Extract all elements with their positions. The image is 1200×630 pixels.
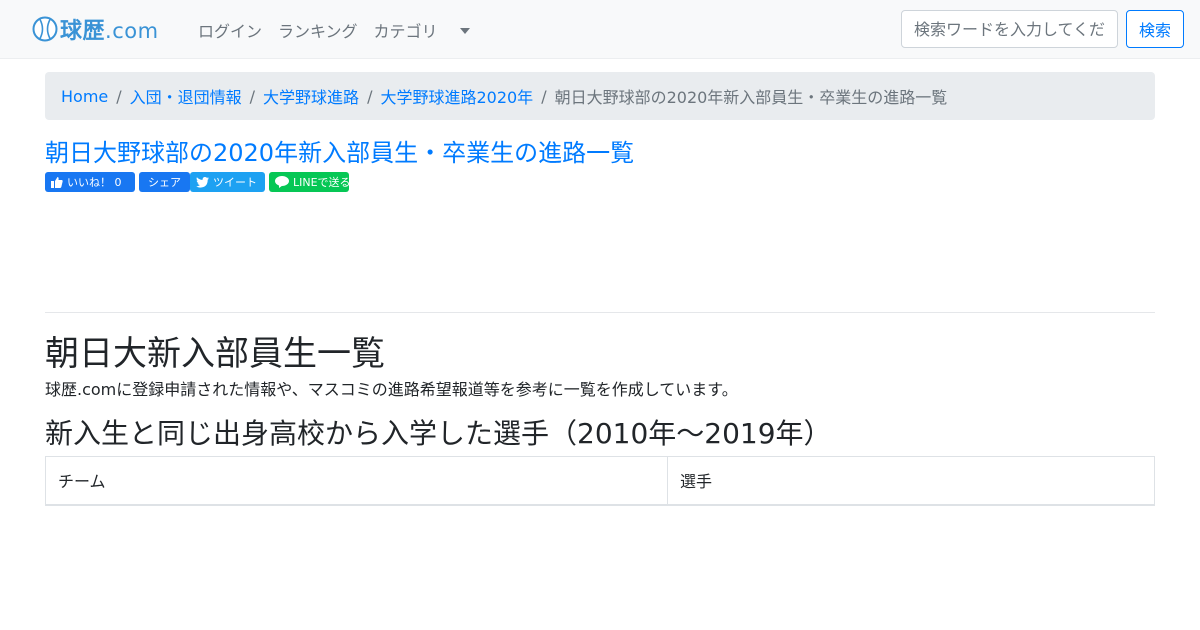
search-button[interactable]: 検索 [1126,10,1184,48]
table-header-row: チーム 選手 [45,456,1155,506]
breadcrumb: Home / 入団・退団情報 / 大学野球進路 / 大学野球進路2020年 / … [45,72,1155,120]
breadcrumb-home[interactable]: Home [61,87,108,106]
breadcrumb-separator: / [541,86,547,106]
breadcrumb-separator: / [116,86,122,106]
players-table: チーム 選手 [45,456,1155,506]
like-count-label: いいね！ 0 [67,176,122,189]
breadcrumb-university-path[interactable]: 大学野球進路 [263,84,359,108]
tweet-button[interactable]: ツイート [190,172,265,192]
column-header-player: 選手 [667,456,1155,506]
breadcrumb-university-path-2020[interactable]: 大学野球進路2020年 [380,84,533,108]
share-buttons: いいね！ 0 シェア ツイート LINEで送る [45,172,351,192]
breadcrumb-transfer-info[interactable]: 入団・退団情報 [130,84,242,108]
line-chat-icon [275,176,289,188]
breadcrumb-separator: / [249,86,256,106]
main-nav: ログイン ランキング カテゴリ [198,18,502,42]
section-heading: 朝日大新入部員生一覧 [45,334,385,374]
nav-ranking[interactable]: ランキング [278,18,358,42]
facebook-like-button[interactable]: いいね！ 0 [45,172,135,192]
baseball-icon [32,16,58,42]
breadcrumb-current: 朝日大野球部の2020年新入部員生・卒業生の進路一覧 [554,88,948,107]
breadcrumb-separator: / [367,86,373,106]
nav-category-dropdown[interactable]: カテゴリ [374,18,486,42]
navbar: 球歴.com ログイン ランキング カテゴリ 検索 [0,0,1200,59]
divider [45,312,1155,313]
site-logo[interactable]: 球歴.com [32,14,159,44]
section-subheading: 新入生と同じ出身高校から入学した選手（2010年〜2019年） [45,417,832,450]
search-input[interactable] [901,10,1118,48]
page-title[interactable]: 朝日大野球部の2020年新入部員生・卒業生の進路一覧 [45,133,634,168]
line-label: LINEで送る [293,176,351,189]
section-description: 球歴.comに登録申請された情報や、マスコミの進路希望報道等を参考に一覧を作成し… [45,380,738,399]
thumbs-up-icon [51,176,63,188]
tweet-label: ツイート [213,176,257,189]
line-share-button[interactable]: LINEで送る [269,172,351,192]
facebook-share-button[interactable]: シェア [139,172,190,192]
column-header-team: チーム [45,456,668,506]
chevron-down-icon [459,28,470,34]
brand-name: 球歴.com [60,19,159,44]
twitter-bird-icon [196,176,209,188]
nav-login[interactable]: ログイン [198,18,262,42]
